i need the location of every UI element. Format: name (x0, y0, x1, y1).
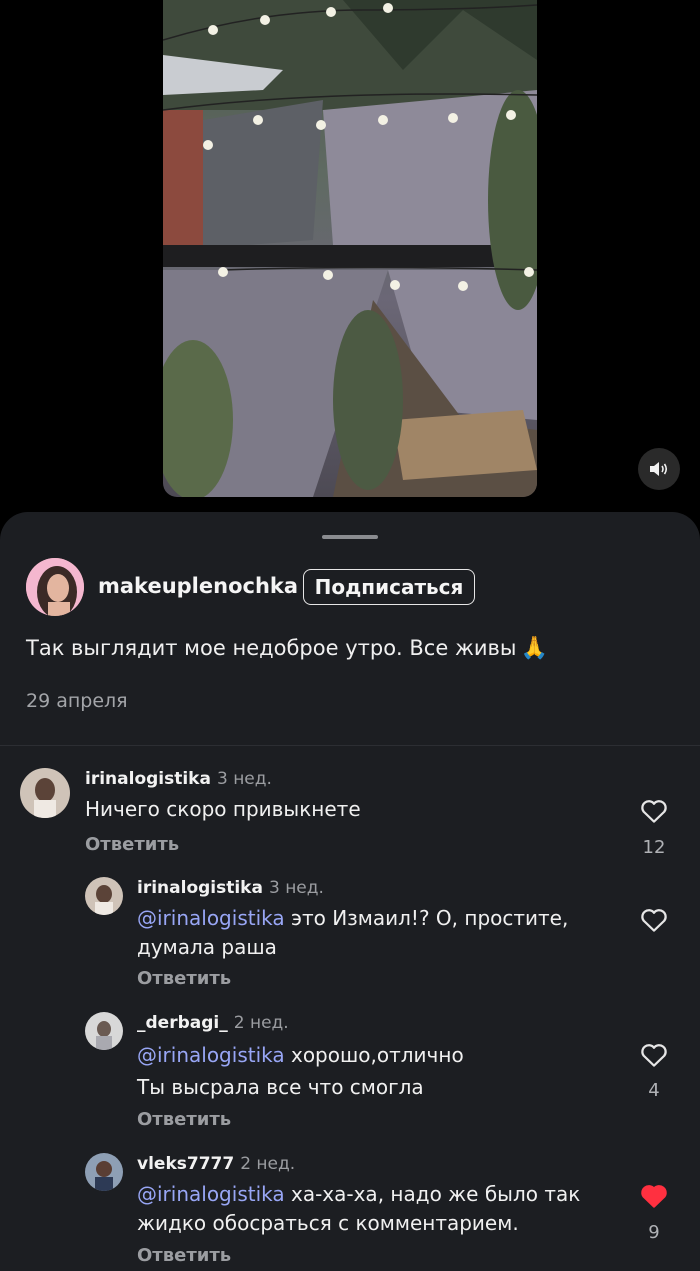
comment-username[interactable]: irinalogistika (137, 878, 263, 898)
comment-header: irinalogistika 3 нед. (137, 878, 324, 898)
author-username[interactable]: makeuplenochka (98, 574, 298, 598)
commenter-avatar[interactable] (85, 1012, 123, 1050)
post-date: 29 апреля (26, 690, 128, 712)
commenter-avatar[interactable] (20, 768, 70, 818)
comment-text-line: хорошо,отлично (284, 1043, 464, 1067)
author-avatar-image (26, 558, 84, 616)
comment-text: @irinalogistika хорошо,отлично Ты высрал… (137, 1039, 464, 1103)
heart-icon[interactable] (639, 1040, 669, 1070)
comment-time: 2 нед. (233, 1013, 289, 1033)
author-avatar[interactable] (26, 558, 84, 616)
comment-username[interactable]: _derbagi_ (137, 1013, 228, 1033)
mention-link[interactable]: @irinalogistika (137, 906, 285, 930)
comment-text: @irinalogistika это Измаил!? О, простите… (137, 904, 568, 962)
comment-text: @irinalogistika ха-ха-ха, надо же было т… (137, 1180, 580, 1238)
follow-button[interactable]: Подписаться (303, 569, 475, 605)
commenter-avatar-image (85, 1153, 123, 1191)
reply-button[interactable]: Ответить (137, 1245, 231, 1266)
comment-text-line: Ничего скоро привыкнете (85, 797, 361, 821)
comment-header: _derbagi_ 2 нед. (137, 1013, 289, 1033)
video-frame (163, 0, 537, 497)
comment-header: vleks7777 2 нед. (137, 1154, 295, 1174)
mention-link[interactable]: @irinalogistika (137, 1043, 285, 1067)
comment-header: irinalogistika 3 нед. (85, 769, 272, 789)
sheet-drag-handle[interactable] (322, 535, 378, 539)
commenter-avatar-image (85, 877, 123, 915)
comment-time: 3 нед. (268, 878, 324, 898)
commenter-avatar[interactable] (85, 1153, 123, 1191)
comments-sheet: makeuplenochka Подписаться Так выглядит … (0, 512, 700, 1271)
like-count: 4 (648, 1080, 660, 1101)
caption-text: Так выглядит мое недоброе утро. Все живы (26, 636, 517, 660)
reply-button[interactable]: Ответить (137, 1109, 231, 1130)
divider (0, 745, 700, 746)
comment-text-line: Ты высрала все что смогла (137, 1075, 424, 1099)
comment-text-line: жидко обосраться с комментарием. (137, 1211, 519, 1235)
commenter-avatar-image (85, 1012, 123, 1050)
comment-text-line: думала раша (137, 935, 277, 959)
comment-username[interactable]: irinalogistika (85, 769, 211, 789)
comment-text-line: ха-ха-ха, надо же было так (284, 1182, 581, 1206)
comment-text: Ничего скоро привыкнете (85, 795, 361, 824)
sound-toggle-button[interactable] (638, 448, 680, 490)
heart-icon[interactable] (639, 796, 669, 826)
mention-link[interactable]: @irinalogistika (137, 1182, 285, 1206)
speaker-icon (650, 462, 668, 476)
comment-text-line: это Измаил!? О, простите, (284, 906, 569, 930)
reply-button[interactable]: Ответить (137, 968, 231, 989)
post-video[interactable] (163, 0, 537, 497)
comment-username[interactable]: vleks7777 (137, 1154, 234, 1174)
heart-icon[interactable] (639, 905, 669, 935)
like-count: 9 (648, 1222, 660, 1243)
comment-time: 2 нед. (240, 1154, 296, 1174)
comment-time: 3 нед. (216, 769, 272, 789)
praying-hands-emoji: 🙏 (520, 636, 548, 661)
commenter-avatar[interactable] (85, 877, 123, 915)
commenter-avatar-image (20, 768, 70, 818)
reply-button[interactable]: Ответить (85, 834, 179, 855)
post-caption: Так выглядит мое недоброе утро. Все живы… (26, 636, 548, 661)
like-count: 12 (642, 837, 666, 858)
heart-filled-icon[interactable] (639, 1181, 669, 1211)
